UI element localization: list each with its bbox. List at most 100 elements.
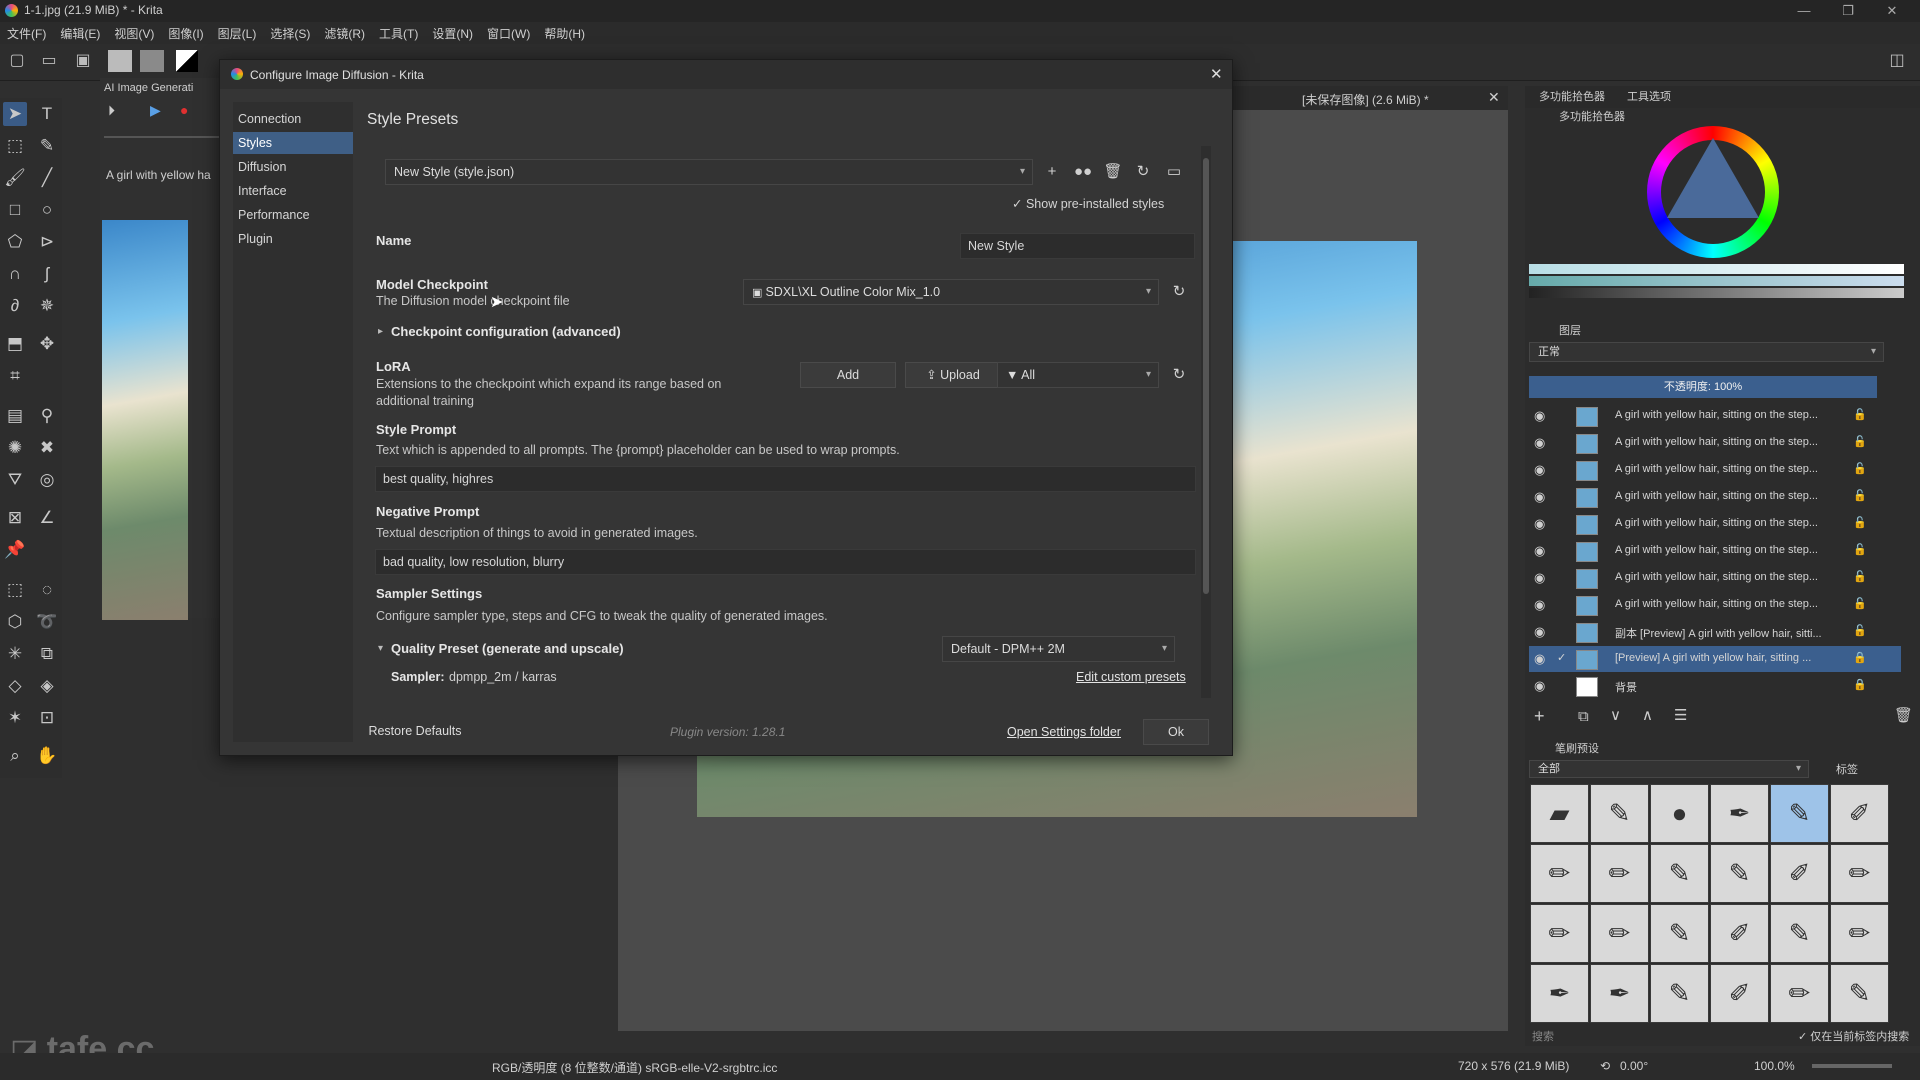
- checkpoint-select[interactable]: ▣ SDXL\XL Outline Color Mix_1.0 ▾: [743, 279, 1159, 305]
- layer-lock-icon[interactable]: 🔓: [1853, 516, 1867, 529]
- visibility-eye-icon[interactable]: ◉: [1534, 435, 1545, 451]
- zoom-tool-icon[interactable]: ⌕: [3, 744, 27, 768]
- polygon-tool-icon[interactable]: ⬠: [3, 230, 27, 254]
- lora-filter-select[interactable]: ▼ All ▾: [997, 362, 1159, 388]
- layer-lock-icon[interactable]: 🔓: [1853, 408, 1867, 421]
- lora-add-button[interactable]: Add: [800, 362, 896, 388]
- ok-button[interactable]: Ok: [1143, 719, 1209, 745]
- brush-search-input[interactable]: 搜索: [1532, 1028, 1554, 1044]
- rotation-value[interactable]: 0.00°: [1620, 1059, 1648, 1073]
- play-icon[interactable]: ⏵: [108, 102, 115, 119]
- layer-lock-icon[interactable]: 🔓: [1853, 489, 1867, 502]
- nav-diffusion[interactable]: Diffusion: [233, 156, 353, 178]
- close-tab-icon[interactable]: ✕: [1488, 89, 1500, 106]
- foreground-background-color-icon[interactable]: [176, 50, 198, 72]
- color-slider-1[interactable]: [1529, 264, 1904, 274]
- layer-lock-icon[interactable]: 🔒: [1853, 651, 1867, 664]
- menu-help[interactable]: 帮助(H): [537, 22, 592, 42]
- brush-preset[interactable]: ✏: [1830, 844, 1889, 903]
- edit-shapes-tool-icon[interactable]: ⬚: [3, 134, 27, 158]
- rectangle-select-tool-icon[interactable]: ⬚: [3, 578, 27, 602]
- color-picker-tool-icon[interactable]: ⚲: [35, 404, 59, 428]
- generated-image-thumbnail[interactable]: [102, 220, 188, 620]
- opacity-slider[interactable]: 不透明度: 100%: [1529, 376, 1877, 398]
- show-preinstalled-checkbox[interactable]: ✓ Show pre-installed styles: [1012, 196, 1164, 211]
- layer-row[interactable]: ◉ A girl with yellow hair, sitting on the…: [1529, 565, 1901, 591]
- bezier-tool-icon[interactable]: ∩: [3, 262, 27, 286]
- layer-lock-icon[interactable]: 🔓: [1853, 597, 1867, 610]
- transform-tool-icon[interactable]: ⬒: [3, 332, 27, 356]
- visibility-eye-icon[interactable]: ◉: [1534, 516, 1545, 532]
- layer-lock-icon[interactable]: 🔓: [1853, 462, 1867, 475]
- smart-patch-tool-icon[interactable]: ✖: [35, 436, 59, 460]
- nav-interface[interactable]: Interface: [233, 180, 353, 202]
- layer-row[interactable]: ◉ 背景 🔒: [1529, 673, 1901, 699]
- edit-custom-presets-link[interactable]: Edit custom presets: [1076, 670, 1186, 684]
- generate-icon[interactable]: ▶: [150, 102, 161, 119]
- polyline-tool-icon[interactable]: ⊳: [35, 230, 59, 254]
- quality-preset-toggle[interactable]: Quality Preset (generate and upscale): [391, 641, 624, 656]
- menu-image[interactable]: 图像(I): [161, 22, 210, 42]
- add-layer-icon[interactable]: +: [1534, 706, 1545, 727]
- save-icon[interactable]: ▣: [74, 52, 92, 70]
- delete-layer-icon[interactable]: 🗑: [1894, 706, 1913, 724]
- brush-preset[interactable]: ✐: [1710, 964, 1769, 1023]
- brush-preset[interactable]: ✎: [1590, 784, 1649, 843]
- layer-row[interactable]: ◉ A girl with yellow hair, sitting on the…: [1529, 457, 1901, 483]
- layer-row[interactable]: ◉ A girl with yellow hair, sitting on the…: [1529, 592, 1901, 618]
- restore-defaults-button[interactable]: Restore Defaults: [360, 719, 470, 745]
- layer-row[interactable]: ◉ A girl with yellow hair, sitting on the…: [1529, 538, 1901, 564]
- visibility-eye-icon[interactable]: ◉: [1534, 408, 1545, 424]
- brush-preset[interactable]: ✎: [1650, 964, 1709, 1023]
- visibility-eye-icon[interactable]: ◉: [1534, 462, 1545, 478]
- dialog-close-icon[interactable]: ✕: [1210, 65, 1223, 83]
- tab-color-selector[interactable]: 多功能拾色器: [1539, 86, 1605, 108]
- freehand-select-tool-icon[interactable]: ➰: [35, 610, 59, 634]
- multibrush-tool-icon[interactable]: ✵: [35, 294, 59, 318]
- contiguous-select-tool-icon[interactable]: ✳: [3, 642, 27, 666]
- color-profile-info[interactable]: RGB/透明度 (8 位整数/通道) sRGB-elle-V2-srgbtrc.…: [492, 1059, 777, 1076]
- layer-row-selected[interactable]: ◉ ✓ [Preview] A girl with yellow hair, sit…: [1529, 646, 1901, 672]
- brush-tag-label[interactable]: 标签: [1836, 761, 1858, 777]
- nav-connection[interactable]: Connection: [233, 108, 353, 130]
- menu-edit[interactable]: 编辑(E): [53, 22, 107, 42]
- similar-select-tool-icon[interactable]: ⧉: [35, 642, 59, 666]
- layer-row[interactable]: ◉ 副本 [Preview] A girl with yellow hair, s…: [1529, 619, 1901, 645]
- pan-tool-icon[interactable]: ✋: [35, 744, 59, 768]
- line-tool-icon[interactable]: ╱: [35, 166, 59, 190]
- color-triangle[interactable]: [1667, 138, 1759, 218]
- magic-select-tool-icon[interactable]: ✶: [3, 706, 27, 730]
- brush-preset[interactable]: ✏: [1590, 904, 1649, 963]
- new-document-icon[interactable]: ▢: [8, 52, 26, 70]
- smart-select-tool-icon[interactable]: ⊡: [35, 706, 59, 730]
- collapse-arrow-icon[interactable]: ▾: [378, 643, 383, 654]
- crop-tool-icon[interactable]: ⌗: [3, 364, 27, 388]
- gradient-tool-icon[interactable]: ▤: [3, 404, 27, 428]
- menu-view[interactable]: 视图(V): [107, 22, 161, 42]
- visibility-eye-icon[interactable]: ◉: [1534, 597, 1545, 613]
- layer-row[interactable]: ◉ A girl with yellow hair, sitting on the…: [1529, 403, 1901, 429]
- brush-preset-eraser[interactable]: ▰: [1530, 784, 1589, 843]
- menu-window[interactable]: 窗口(W): [480, 22, 537, 42]
- workspace-icon[interactable]: ◫: [1888, 52, 1906, 70]
- color-slider-2[interactable]: [1529, 276, 1904, 286]
- layer-row[interactable]: ◉ A girl with yellow hair, sitting on the…: [1529, 484, 1901, 510]
- visibility-eye-icon[interactable]: ◉: [1534, 570, 1545, 586]
- brush-preset[interactable]: ✎: [1650, 904, 1709, 963]
- style-name-input[interactable]: New Style: [960, 233, 1195, 259]
- enclose-fill-tool-icon[interactable]: ◎: [35, 468, 59, 492]
- color-slider-3[interactable]: [1529, 288, 1904, 298]
- calligraphy-tool-icon[interactable]: ✎: [35, 134, 59, 158]
- layer-row[interactable]: ◉ A girl with yellow hair, sitting on the…: [1529, 430, 1901, 456]
- minimize-icon[interactable]: —: [1786, 0, 1822, 22]
- layer-lock-icon[interactable]: 🔓: [1853, 435, 1867, 448]
- refresh-lora-icon[interactable]: ↻: [1166, 362, 1192, 388]
- nav-plugin[interactable]: Plugin: [233, 228, 353, 250]
- menu-select[interactable]: 选择(S): [263, 22, 317, 42]
- layer-lock-icon[interactable]: 🔒: [1853, 678, 1867, 691]
- visibility-eye-icon[interactable]: ◉: [1534, 543, 1545, 559]
- checkpoint-config-toggle[interactable]: Checkpoint configuration (advanced): [391, 324, 621, 339]
- expand-arrow-icon[interactable]: ▸: [378, 326, 383, 337]
- move-layer-down-icon[interactable]: ∨: [1610, 706, 1621, 724]
- brush-preset[interactable]: ✎: [1830, 964, 1889, 1023]
